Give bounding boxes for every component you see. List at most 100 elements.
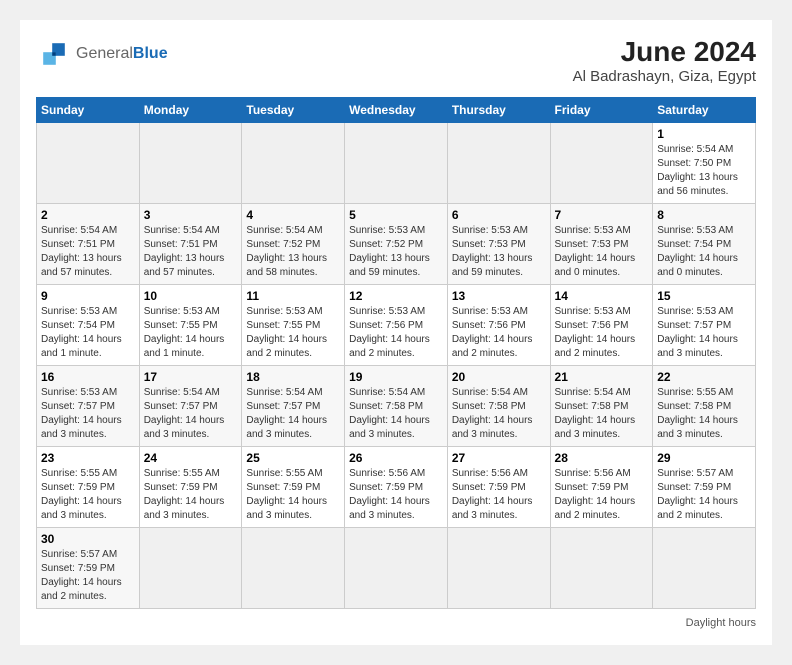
day-info: Sunrise: 5:54 AM Sunset: 7:52 PM Dayligh…: [246, 224, 340, 280]
day-number: 1: [657, 127, 751, 141]
calendar-cell: 28Sunrise: 5:56 AM Sunset: 7:59 PM Dayli…: [550, 447, 653, 528]
day-number: 5: [349, 208, 443, 222]
calendar-subtitle: Al Badrashayn, Giza, Egypt: [573, 68, 756, 85]
day-number: 17: [144, 370, 238, 384]
calendar-cell: [447, 123, 550, 204]
calendar-cell: [139, 123, 242, 204]
day-header-sunday: Sunday: [37, 98, 140, 123]
calendar-cell: [242, 528, 345, 609]
day-info: Sunrise: 5:54 AM Sunset: 7:51 PM Dayligh…: [41, 224, 135, 280]
day-number: 30: [41, 532, 135, 546]
calendar-week-6: 30 Sunrise: 5:57 AM Sunset: 7:59 PM Dayli…: [37, 528, 756, 609]
calendar-cell: 1 Sunrise: 5:54 AM Sunset: 7:50 PM Daylig…: [653, 123, 756, 204]
calendar-cell: 5 Sunrise: 5:53 AM Sunset: 7:52 PM Daylig…: [345, 204, 448, 285]
logo-text: GeneralBlue: [76, 45, 168, 63]
day-info: Sunrise: 5:56 AM Sunset: 7:59 PM Dayligh…: [555, 467, 649, 523]
calendar-cell: [550, 528, 653, 609]
day-header-thursday: Thursday: [447, 98, 550, 123]
day-number: 18: [246, 370, 340, 384]
calendar-cell: 20Sunrise: 5:54 AM Sunset: 7:58 PM Dayli…: [447, 366, 550, 447]
calendar-cell: 11 Sunrise: 5:53 AM Sunset: 7:55 PM Dayli…: [242, 285, 345, 366]
calendar-cell: 29 Sunrise: 5:57 AM Sunset: 7:59 PM Dayli…: [653, 447, 756, 528]
calendar-cell: 24 Sunrise: 5:55 AM Sunset: 7:59 PM Dayli…: [139, 447, 242, 528]
calendar-week-4: 16 Sunrise: 5:53 AM Sunset: 7:57 PM Dayli…: [37, 366, 756, 447]
day-number: 29: [657, 451, 751, 465]
day-info: Sunrise: 5:53 AM Sunset: 7:54 PM Dayligh…: [41, 305, 135, 361]
day-number: 8: [657, 208, 751, 222]
day-number: 4: [246, 208, 340, 222]
day-number: 13: [452, 289, 546, 303]
day-info: Sunrise: 5:53 AM Sunset: 7:57 PM Dayligh…: [41, 386, 135, 442]
calendar-title: June 2024: [573, 36, 756, 68]
day-info: Sunrise: 5:54 AM Sunset: 7:58 PM Dayligh…: [555, 386, 649, 442]
calendar-body: 1 Sunrise: 5:54 AM Sunset: 7:50 PM Daylig…: [37, 123, 756, 609]
title-block: June 2024 Al Badrashayn, Giza, Egypt: [573, 36, 756, 85]
day-number: 23: [41, 451, 135, 465]
day-info: Sunrise: 5:56 AM Sunset: 7:59 PM Dayligh…: [452, 467, 546, 523]
day-info: Sunrise: 5:53 AM Sunset: 7:56 PM Dayligh…: [452, 305, 546, 361]
day-number: 19: [349, 370, 443, 384]
day-info: Sunrise: 5:55 AM Sunset: 7:59 PM Dayligh…: [144, 467, 238, 523]
calendar-cell: 9Sunrise: 5:53 AM Sunset: 7:54 PM Daylig…: [37, 285, 140, 366]
calendar-cell: [653, 528, 756, 609]
calendar-cell: 19 Sunrise: 5:54 AM Sunset: 7:58 PM Dayli…: [345, 366, 448, 447]
day-number: 21: [555, 370, 649, 384]
day-info: Sunrise: 5:57 AM Sunset: 7:59 PM Dayligh…: [657, 467, 751, 523]
day-number: 14: [555, 289, 649, 303]
day-info: Sunrise: 5:54 AM Sunset: 7:58 PM Dayligh…: [349, 386, 443, 442]
calendar-cell: 7 Sunrise: 5:53 AM Sunset: 7:53 PM Daylig…: [550, 204, 653, 285]
day-header-wednesday: Wednesday: [345, 98, 448, 123]
calendar-cell: 30 Sunrise: 5:57 AM Sunset: 7:59 PM Dayli…: [37, 528, 140, 609]
day-info: Sunrise: 5:54 AM Sunset: 7:50 PM Dayligh…: [657, 143, 751, 199]
calendar-cell: 21 Sunrise: 5:54 AM Sunset: 7:58 PM Dayli…: [550, 366, 653, 447]
day-number: 20: [452, 370, 546, 384]
calendar-cell: 3 Sunrise: 5:54 AM Sunset: 7:51 PM Daylig…: [139, 204, 242, 285]
day-number: 15: [657, 289, 751, 303]
day-number: 11: [246, 289, 340, 303]
calendar-cell: 13 Sunrise: 5:53 AM Sunset: 7:56 PM Dayli…: [447, 285, 550, 366]
calendar-cell: 23Sunrise: 5:55 AM Sunset: 7:59 PM Dayli…: [37, 447, 140, 528]
day-info: Sunrise: 5:53 AM Sunset: 7:55 PM Dayligh…: [144, 305, 238, 361]
day-info: Sunrise: 5:55 AM Sunset: 7:59 PM Dayligh…: [246, 467, 340, 523]
day-header-tuesday: Tuesday: [242, 98, 345, 123]
calendar-cell: 17Sunrise: 5:54 AM Sunset: 7:57 PM Dayli…: [139, 366, 242, 447]
calendar-cell: [550, 123, 653, 204]
calendar-cell: 8Sunrise: 5:53 AM Sunset: 7:54 PM Daylig…: [653, 204, 756, 285]
calendar-table: SundayMondayTuesdayWednesdayThursdayFrid…: [36, 97, 756, 609]
day-info: Sunrise: 5:54 AM Sunset: 7:51 PM Dayligh…: [144, 224, 238, 280]
calendar-cell: [345, 528, 448, 609]
calendar-cell: 6 Sunrise: 5:53 AM Sunset: 7:53 PM Daylig…: [447, 204, 550, 285]
footer-note: Daylight hours: [36, 617, 756, 629]
day-header-saturday: Saturday: [653, 98, 756, 123]
header: GeneralBlue June 2024 Al Badrashayn, Giz…: [36, 36, 756, 85]
day-info: Sunrise: 5:53 AM Sunset: 7:56 PM Dayligh…: [555, 305, 649, 361]
day-number: 7: [555, 208, 649, 222]
calendar-cell: 16 Sunrise: 5:53 AM Sunset: 7:57 PM Dayli…: [37, 366, 140, 447]
calendar-cell: 14 Sunrise: 5:53 AM Sunset: 7:56 PM Dayli…: [550, 285, 653, 366]
day-number: 6: [452, 208, 546, 222]
calendar-cell: 2Sunrise: 5:54 AM Sunset: 7:51 PM Daylig…: [37, 204, 140, 285]
day-number: 16: [41, 370, 135, 384]
calendar-cell: 27Sunrise: 5:56 AM Sunset: 7:59 PM Dayli…: [447, 447, 550, 528]
day-info: Sunrise: 5:53 AM Sunset: 7:53 PM Dayligh…: [452, 224, 546, 280]
day-number: 24: [144, 451, 238, 465]
calendar-cell: 15 Sunrise: 5:53 AM Sunset: 7:57 PM Dayli…: [653, 285, 756, 366]
day-number: 22: [657, 370, 751, 384]
calendar-week-2: 2Sunrise: 5:54 AM Sunset: 7:51 PM Daylig…: [37, 204, 756, 285]
day-info: Sunrise: 5:53 AM Sunset: 7:57 PM Dayligh…: [657, 305, 751, 361]
page: GeneralBlue June 2024 Al Badrashayn, Giz…: [20, 20, 772, 645]
day-number: 3: [144, 208, 238, 222]
calendar-cell: 4 Sunrise: 5:54 AM Sunset: 7:52 PM Daylig…: [242, 204, 345, 285]
day-info: Sunrise: 5:53 AM Sunset: 7:53 PM Dayligh…: [555, 224, 649, 280]
calendar-cell: [345, 123, 448, 204]
day-info: Sunrise: 5:54 AM Sunset: 7:57 PM Dayligh…: [246, 386, 340, 442]
day-info: Sunrise: 5:53 AM Sunset: 7:52 PM Dayligh…: [349, 224, 443, 280]
day-info: Sunrise: 5:53 AM Sunset: 7:56 PM Dayligh…: [349, 305, 443, 361]
day-info: Sunrise: 5:57 AM Sunset: 7:59 PM Dayligh…: [41, 548, 135, 604]
day-info: Sunrise: 5:53 AM Sunset: 7:55 PM Dayligh…: [246, 305, 340, 361]
calendar-header: SundayMondayTuesdayWednesdayThursdayFrid…: [37, 98, 756, 123]
day-number: 26: [349, 451, 443, 465]
day-number: 12: [349, 289, 443, 303]
calendar-week-3: 9Sunrise: 5:53 AM Sunset: 7:54 PM Daylig…: [37, 285, 756, 366]
calendar-cell: 26Sunrise: 5:56 AM Sunset: 7:59 PM Dayli…: [345, 447, 448, 528]
